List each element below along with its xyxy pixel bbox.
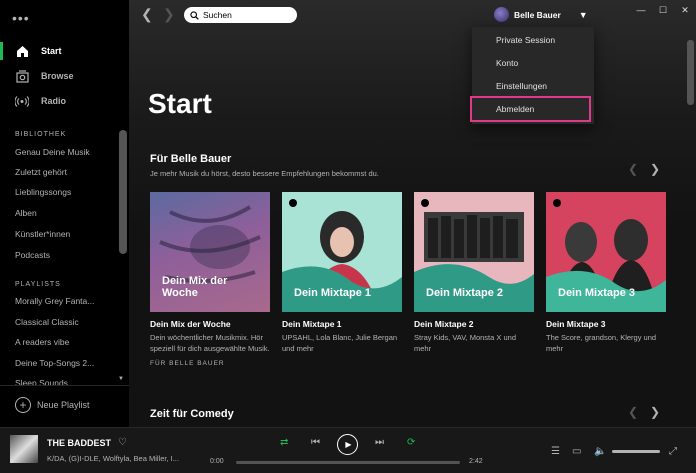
card-title: Dein Mixtape 3 <box>546 319 606 329</box>
menu-item-settings[interactable]: Einstellungen <box>496 81 547 91</box>
library-item[interactable]: Künstler*innen <box>15 229 115 239</box>
back-arrow-icon[interactable]: ❮ <box>141 6 153 23</box>
sidebar: ••• Start Browse Radio BIBLIOTHEK Genau … <box>0 0 129 427</box>
home-icon <box>15 44 29 58</box>
track-name[interactable]: THE BADDEST <box>47 438 111 448</box>
sidebar-scrollbar[interactable] <box>119 130 127 254</box>
card-cover-image: Dein Mix der Woche <box>150 192 270 312</box>
menu-item-account[interactable]: Konto <box>496 58 518 68</box>
card-description: Stray Kids, VAV, Monsta X und mehr <box>414 333 516 353</box>
library-item[interactable]: Genau Deine Musik <box>15 147 115 157</box>
sidebar-item-browse[interactable]: Browse <box>0 65 129 87</box>
library-item[interactable]: Lieblingssongs <box>15 187 115 197</box>
cover-text: Dein Mixtape 1 <box>294 287 372 300</box>
cover-text: Dein Mixtape 3 <box>558 287 636 300</box>
page-title: Start <box>148 88 212 119</box>
library-item[interactable]: Alben <box>15 208 115 218</box>
sidebar-item-label: Radio <box>41 96 67 106</box>
next-icon[interactable]: ⏭ <box>375 437 384 448</box>
volume-icon[interactable]: 🔈 <box>594 446 606 457</box>
playlist-card[interactable]: Dein Mixtape 2 Dein Mixtape 2 Stray Kids… <box>414 192 534 355</box>
plus-icon: + <box>15 397 31 413</box>
sidebar-item-start[interactable]: Start <box>0 40 129 62</box>
cover-text: Dein Mix der Woche <box>162 274 228 300</box>
card-title: Dein Mixtape 2 <box>414 319 474 329</box>
progress-bar[interactable] <box>236 461 460 464</box>
browse-icon <box>15 69 29 83</box>
card-description: Dein wöchentlicher Musikmix. Hör speziel… <box>150 333 270 353</box>
card-description: UPSAHL, Lola Blanc, Julie Bergan und meh… <box>282 333 398 353</box>
carousel-next-icon[interactable]: ❯ <box>650 162 660 176</box>
playlist-item[interactable]: Deine Top-Songs 2... <box>15 358 115 368</box>
player-bar: THE BADDEST ♡ K/DA, (G)I-DLE, Wolftyla, … <box>0 427 696 473</box>
scroll-down-icon[interactable]: ▼ <box>118 376 124 382</box>
chevron-down-icon[interactable]: ▼ <box>579 10 588 20</box>
playlist-card[interactable]: Dein Mix der Woche Dein Mix der Woche De… <box>150 192 270 367</box>
repeat-icon[interactable]: ⟳ <box>407 437 415 448</box>
user-menu[interactable]: Belle Bauer ▼ <box>494 7 588 22</box>
main-scrollbar[interactable] <box>687 40 694 105</box>
carousel-next-icon[interactable]: ❯ <box>650 405 660 419</box>
minimize-icon[interactable]: — <box>630 0 652 20</box>
carousel-prev-icon[interactable]: ❮ <box>628 405 638 419</box>
section-subtitle: Je mehr Musik du hörst, desto bessere Em… <box>150 169 379 178</box>
forward-arrow-icon[interactable]: ❯ <box>163 6 175 23</box>
search-input[interactable]: Suchen <box>184 7 297 23</box>
new-playlist-label: Neue Playlist <box>37 400 90 410</box>
volume-slider[interactable] <box>612 450 660 453</box>
section-title[interactable]: Für Belle Bauer <box>150 153 231 165</box>
elapsed-time: 0:00 <box>210 458 224 465</box>
devices-icon[interactable]: ▭ <box>572 446 581 457</box>
heart-icon[interactable]: ♡ <box>118 437 127 448</box>
album-thumbnail[interactable] <box>10 435 38 463</box>
library-item[interactable]: Zuletzt gehört <box>15 167 115 177</box>
card-footer: FÜR BELLE BAUER <box>150 359 225 367</box>
radio-icon <box>15 94 29 108</box>
sidebar-item-radio[interactable]: Radio <box>0 90 129 112</box>
window-controls: — ☐ ✕ <box>630 0 696 20</box>
queue-icon[interactable]: ☰ <box>551 446 560 457</box>
card-cover-image: Dein Mixtape 1 <box>282 192 402 312</box>
section-title[interactable]: Zeit für Comedy <box>150 408 234 420</box>
card-cover-image: Dein Mixtape 3 <box>546 192 666 312</box>
playlists-heading: PLAYLISTS <box>15 281 61 288</box>
cover-text: Dein Mixtape 2 <box>426 287 504 300</box>
shuffle-icon[interactable]: ⇄ <box>280 437 288 448</box>
track-artists[interactable]: K/DA, (G)I-DLE, Wolftyla, Bea Miller, I.… <box>47 454 179 463</box>
playlist-card[interactable]: Dein Mixtape 1 Dein Mixtape 1 UPSAHL, Lo… <box>282 192 402 355</box>
carousel-prev-icon[interactable]: ❮ <box>628 162 638 176</box>
search-placeholder: Suchen <box>203 10 232 20</box>
user-name: Belle Bauer <box>514 9 561 20</box>
maximize-icon[interactable]: ☐ <box>652 0 674 20</box>
highlight-box <box>470 96 591 122</box>
play-button[interactable]: ▶ <box>337 434 358 455</box>
card-title: Dein Mix der Woche <box>150 319 231 329</box>
active-indicator <box>0 42 3 60</box>
sidebar-item-label: Start <box>41 46 62 56</box>
close-icon[interactable]: ✕ <box>674 0 696 20</box>
menu-item-private-session[interactable]: Private Session <box>496 35 555 45</box>
playlist-card[interactable]: Dein Mixtape 3 Dein Mixtape 3 The Score,… <box>546 192 666 355</box>
main-content: ❮ ❯ Suchen Belle Bauer ▼ — ☐ ✕ Start Für… <box>129 0 696 427</box>
playlist-item[interactable]: Morally Grey Fanta... <box>15 296 115 306</box>
spotify-app: ••• Start Browse Radio BIBLIOTHEK Genau … <box>0 0 696 473</box>
playlist-item[interactable]: A readers vibe <box>15 337 115 347</box>
divider <box>0 385 129 386</box>
menu-dots-icon[interactable]: ••• <box>12 10 30 26</box>
search-icon <box>190 10 199 20</box>
card-title: Dein Mixtape 1 <box>282 319 342 329</box>
playlist-item[interactable]: Classical Classic <box>15 317 115 327</box>
duration-time: 2:42 <box>469 458 483 465</box>
new-playlist-button[interactable]: + Neue Playlist <box>15 397 90 413</box>
sidebar-item-label: Browse <box>41 71 74 81</box>
previous-icon[interactable]: ⏮ <box>311 437 320 448</box>
fullscreen-icon[interactable]: ⤢ <box>669 446 677 457</box>
avatar <box>494 7 509 22</box>
card-description: The Score, grandson, Klergy und mehr <box>546 333 657 353</box>
library-heading: BIBLIOTHEK <box>15 131 67 138</box>
card-cover-image: Dein Mixtape 2 <box>414 192 534 312</box>
library-item[interactable]: Podcasts <box>15 250 115 260</box>
